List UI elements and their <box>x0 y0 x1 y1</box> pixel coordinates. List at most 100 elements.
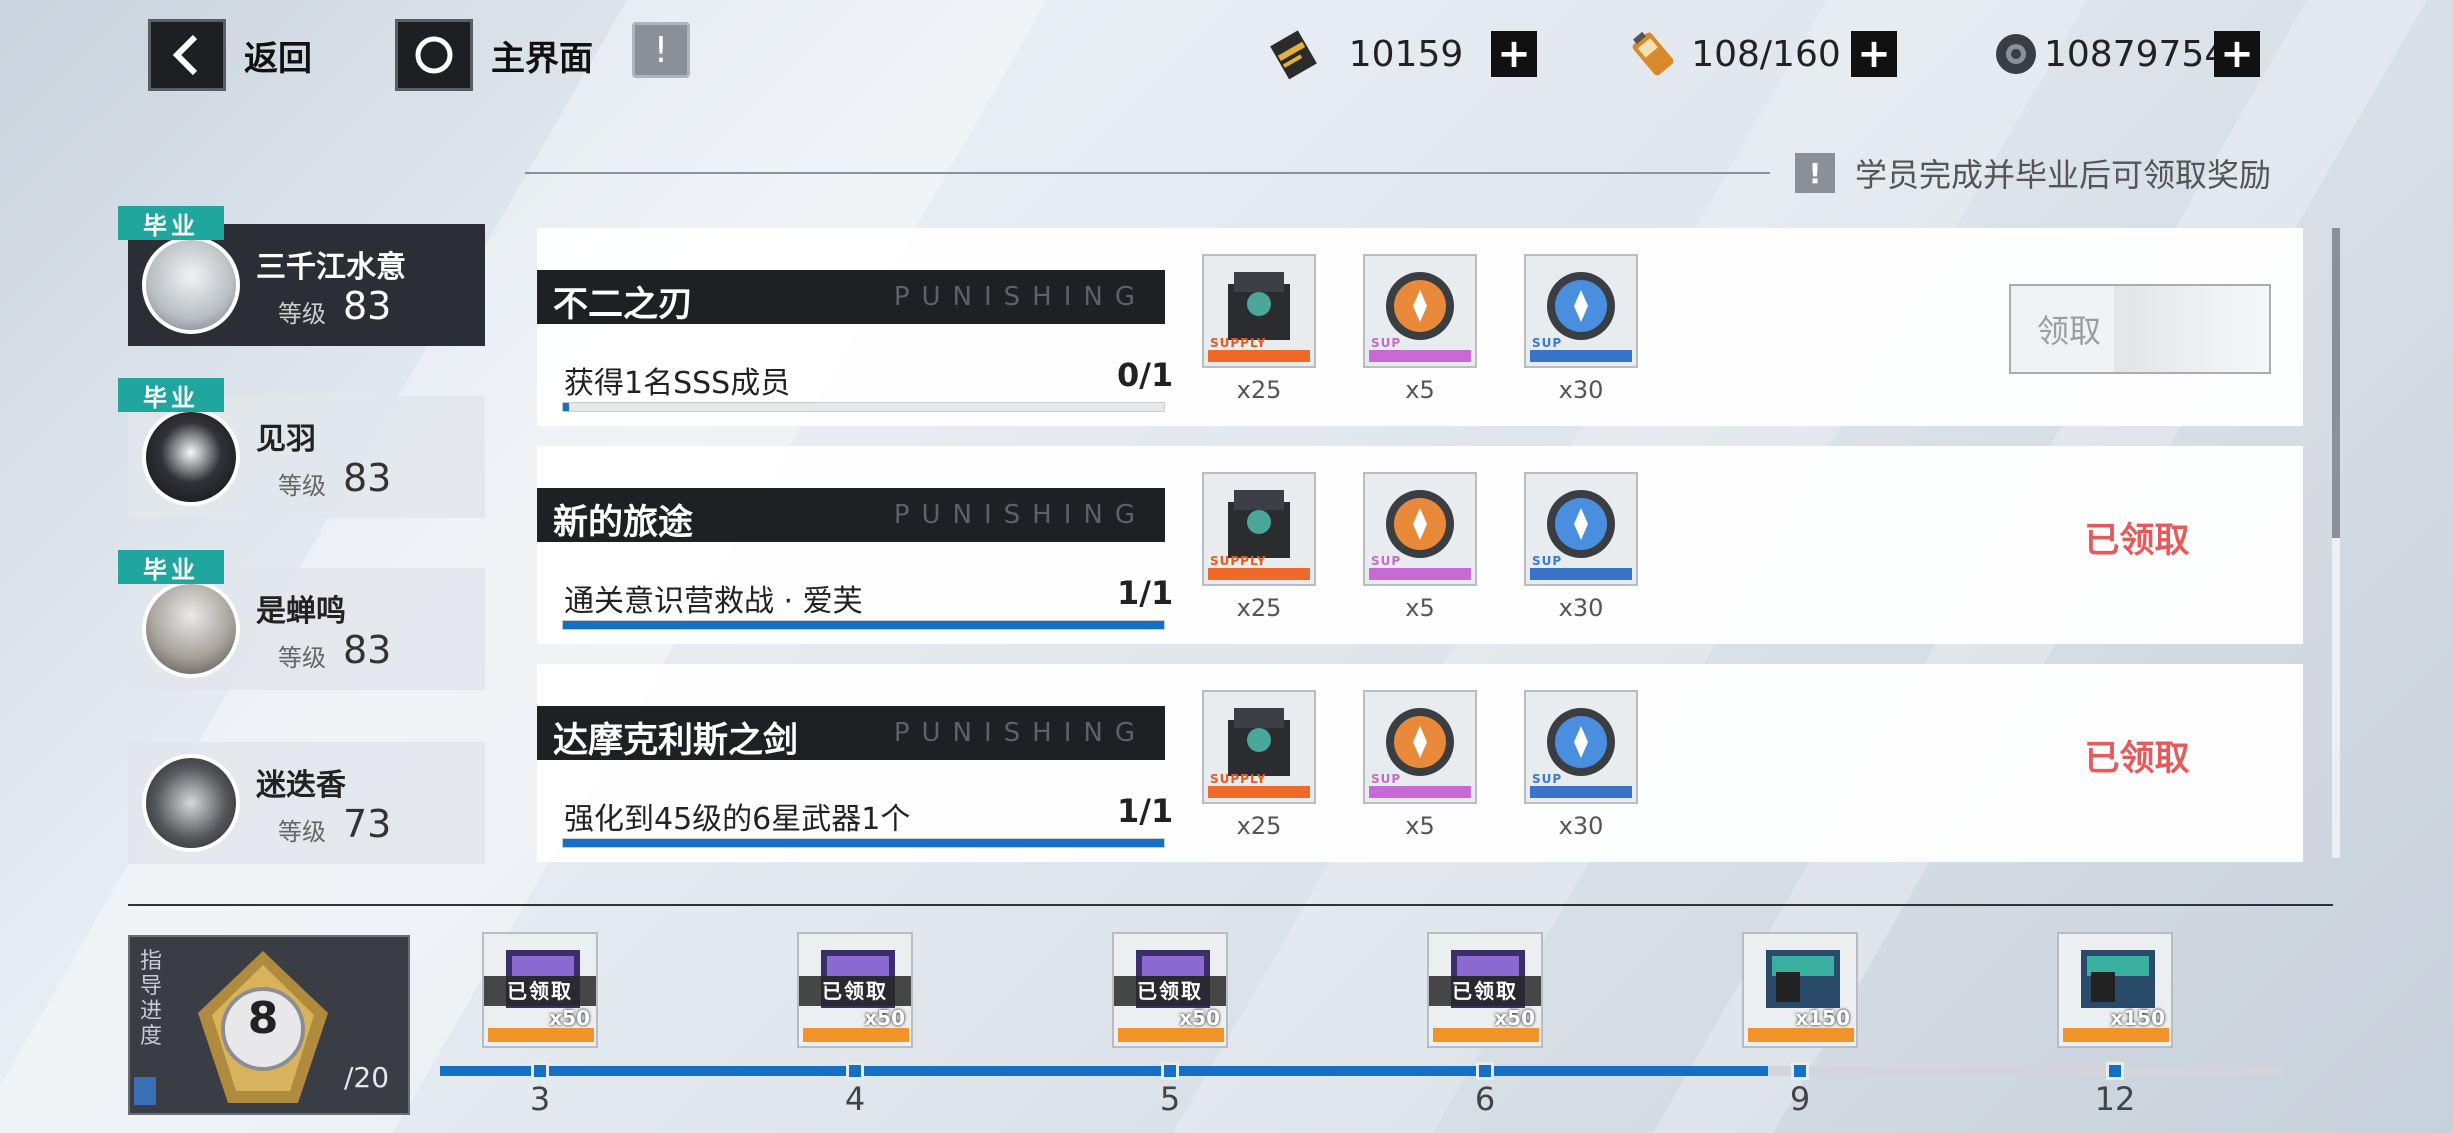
mission-progress-bar <box>562 620 1165 630</box>
level-label: 等级 <box>278 300 326 328</box>
rarity-band <box>1748 1028 1854 1042</box>
supply-label: SUP <box>1371 554 1402 568</box>
divider <box>525 172 1770 174</box>
mission-desc: 强化到45级的6星武器1个 <box>564 802 911 837</box>
claimed-overlay: 已领取 <box>484 976 596 1006</box>
student-avatar <box>142 754 240 852</box>
level-label: 等级 <box>278 472 326 500</box>
reward-qty: x5 <box>1405 812 1435 840</box>
supply-label: SUP <box>1532 772 1563 786</box>
student-name: 迷迭香 <box>256 768 346 803</box>
progress-fill <box>563 839 1164 847</box>
milestone-reward[interactable]: 已领取 x50 <box>1427 932 1543 1048</box>
mission-progress: 0/1 <box>1117 356 1174 394</box>
milestone-node <box>846 1062 864 1080</box>
mission-title: 达摩克利斯之剑 <box>553 721 799 761</box>
milestone-reward[interactable]: 已领取 x50 <box>1112 932 1228 1048</box>
rarity-band <box>1530 350 1632 362</box>
reward-chip-orange[interactable]: SUP <box>1363 254 1477 368</box>
rarity-band <box>803 1028 909 1042</box>
milestone-node <box>1791 1062 1809 1080</box>
resource-value: 108/160 <box>1691 33 1841 75</box>
divider <box>128 904 2333 906</box>
reward-supply-item[interactable]: SUPPLY <box>1202 472 1316 586</box>
hint-text: 学员完成并毕业后可领取奖励 <box>1855 156 2272 194</box>
mission-header: 不二之刃 PUNISHING <box>537 270 1165 325</box>
add-stamina-button[interactable]: + <box>1851 31 1897 77</box>
mission-desc: 通关意识营救战 · 爱芙 <box>564 584 863 619</box>
ticket-icon <box>1766 950 1840 1008</box>
card-icon <box>1265 26 1321 82</box>
claim-button[interactable]: 领取 <box>2009 284 2271 374</box>
mission-watermark: PUNISHING <box>893 718 1147 748</box>
reward-chip-orange[interactable]: SUP <box>1363 690 1477 804</box>
student-level: 73 <box>343 802 392 846</box>
resource-value: 10879754 <box>2044 33 2228 75</box>
resource-coin: 10879754 + <box>1988 24 2260 84</box>
student-avatar <box>142 580 240 678</box>
reward-supply-item[interactable]: SUPPLY <box>1202 254 1316 368</box>
milestone-level: 9 <box>1789 1080 1811 1118</box>
level-label: 等级 <box>278 644 326 672</box>
rarity-band <box>2063 1028 2169 1042</box>
scrollbar-thumb[interactable] <box>2332 228 2340 538</box>
reward-chip-blue[interactable]: SUP <box>1524 254 1638 368</box>
student-level: 83 <box>343 284 392 328</box>
guide-total: /20 <box>344 1061 390 1094</box>
info-icon[interactable]: ! <box>632 22 690 78</box>
milestone-reward[interactable]: x150 <box>2057 932 2173 1048</box>
milestone-level: 12 <box>2094 1080 2136 1118</box>
back-label: 返回 <box>244 38 312 79</box>
guide-progress-panel: 指导进度 8 /20 <box>128 935 410 1115</box>
reward-chip-orange[interactable]: SUP <box>1363 472 1477 586</box>
student-name: 三千江水意 <box>256 250 406 285</box>
student-name: 是蝉鸣 <box>256 594 346 629</box>
rarity-band <box>1208 350 1310 362</box>
guide-label: 指导进度 <box>139 949 162 1049</box>
claimed-status: 已领取 <box>2084 521 2190 561</box>
student-item[interactable]: 迷迭香 等级 73 <box>128 742 485 864</box>
resource-value: 10159 <box>1348 33 1464 75</box>
mission-header: 新的旅途 PUNISHING <box>537 488 1165 543</box>
student-item[interactable]: 毕业 三千江水意 等级 83 <box>118 206 485 346</box>
add-coin-button[interactable]: + <box>2214 31 2260 77</box>
mission-title: 不二之刃 <box>553 285 694 325</box>
reward-qty: x30 <box>1558 376 1604 404</box>
student-item[interactable]: 毕业 是蝉鸣 等级 83 <box>118 550 485 690</box>
reward-chip-blue[interactable]: SUP <box>1524 690 1638 804</box>
main-menu-button[interactable]: 主界面 <box>395 19 593 91</box>
warning-icon: ! <box>1795 153 1835 193</box>
milestone-node <box>1161 1062 1179 1080</box>
mission-card: 新的旅途 PUNISHING 通关意识营救战 · 爱芙 1/1 SUPPLY x… <box>537 446 2303 644</box>
supply-label: SUPPLY <box>1210 772 1267 786</box>
graduated-badge: 毕业 <box>118 378 224 412</box>
milestone-qty: x50 <box>864 1006 905 1030</box>
milestone-reward[interactable]: 已领取 x50 <box>797 932 913 1048</box>
graduated-badge: 毕业 <box>118 550 224 584</box>
reward-qty: x25 <box>1236 812 1282 840</box>
progress-fill <box>440 1066 1769 1076</box>
claimed-status: 已领取 <box>2084 739 2190 779</box>
supply-label: SUP <box>1371 336 1402 350</box>
reward-chip-blue[interactable]: SUP <box>1524 472 1638 586</box>
claimed-overlay: 已领取 <box>1429 976 1541 1006</box>
reward-qty: x5 <box>1405 594 1435 622</box>
reward-qty: x25 <box>1236 594 1282 622</box>
mission-progress-bar <box>562 402 1165 412</box>
mission-watermark: PUNISHING <box>893 500 1147 530</box>
mission-card: 达摩克利斯之剑 PUNISHING 强化到45级的6星武器1个 1/1 SUPP… <box>537 664 2303 862</box>
main-menu-label: 主界面 <box>491 38 593 79</box>
student-level: 83 <box>343 456 392 500</box>
student-name: 见羽 <box>256 422 316 457</box>
milestone-level: 4 <box>844 1080 866 1118</box>
student-item[interactable]: 毕业 见羽 等级 83 <box>118 378 485 518</box>
supply-label: SUPPLY <box>1210 336 1267 350</box>
student-avatar <box>142 236 240 334</box>
milestone-reward[interactable]: 已领取 x50 <box>482 932 598 1048</box>
add-card-button[interactable]: + <box>1491 31 1537 77</box>
milestone-reward[interactable]: x150 <box>1742 932 1858 1048</box>
reward-supply-item[interactable]: SUPPLY <box>1202 690 1316 804</box>
rarity-band <box>1208 786 1310 798</box>
circle-home-icon <box>395 19 473 91</box>
back-button[interactable]: 返回 <box>148 19 312 91</box>
